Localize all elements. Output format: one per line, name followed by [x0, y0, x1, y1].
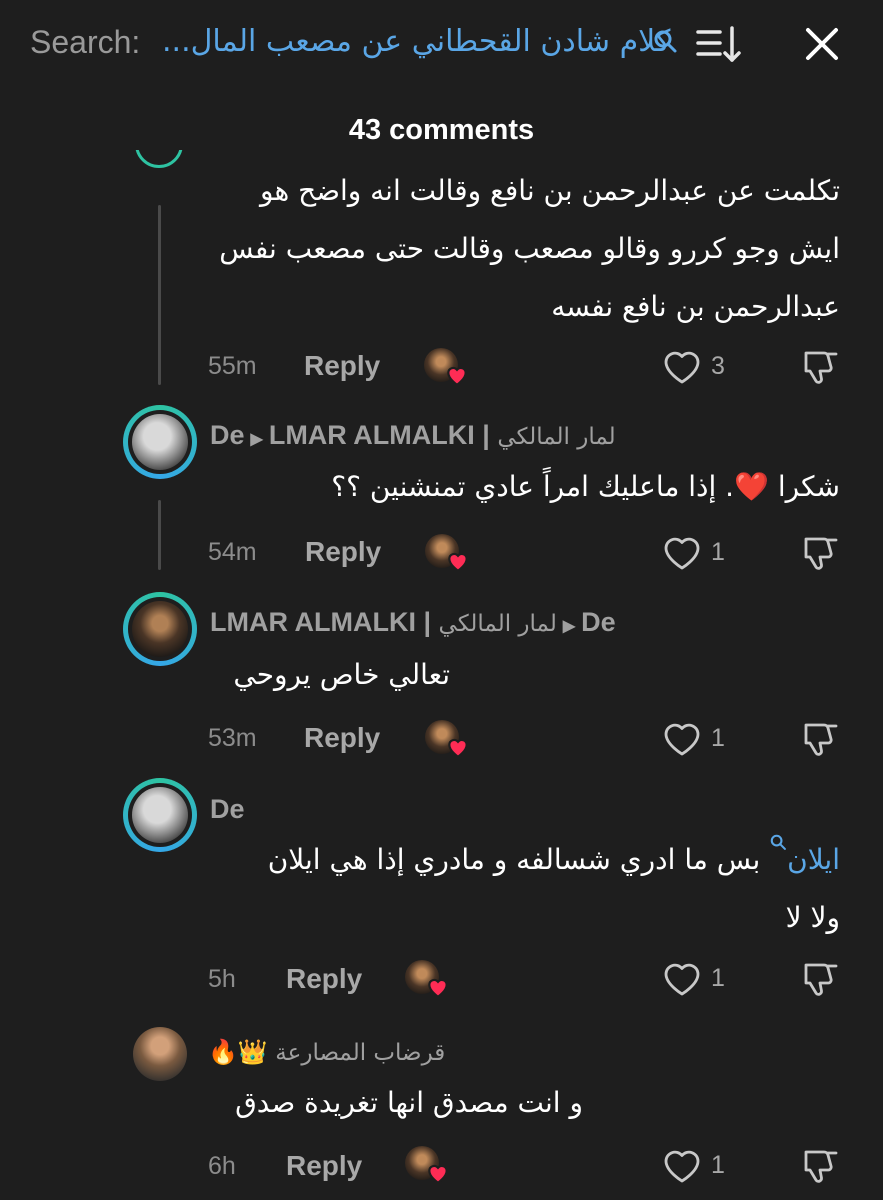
- reply-button[interactable]: Reply: [286, 963, 362, 995]
- reply-button[interactable]: Reply: [286, 1150, 362, 1182]
- comment-text: و انت مصدق انها تغريدة صدق: [235, 1086, 583, 1119]
- comment-time: 5h: [208, 965, 236, 993]
- reply-arrow-icon: ▶: [562, 618, 576, 635]
- like-count: 1: [711, 538, 725, 566]
- creator-liked-badge: [425, 720, 471, 760]
- like-count: 1: [711, 724, 725, 752]
- heart-icon: [448, 552, 468, 573]
- search-icon: [770, 834, 787, 850]
- comment-username[interactable]: 🔥👑 قرضاب المصارعة: [208, 1036, 445, 1067]
- reply-button[interactable]: Reply: [304, 722, 380, 754]
- avatar[interactable]: [133, 1027, 187, 1081]
- comment-time: 54m: [208, 538, 257, 566]
- like-count: 1: [711, 1151, 725, 1179]
- reply-arrow-icon: ▶: [250, 431, 263, 448]
- comment-text: شكرا ❤️. إذا ماعليك امراً عادي تمنشنين ؟…: [331, 470, 840, 503]
- dislike-icon[interactable]: [800, 347, 842, 387]
- creator-liked-badge: [405, 960, 451, 1000]
- heart-icon: [428, 1164, 448, 1185]
- dislike-icon[interactable]: [800, 1146, 842, 1186]
- comment-text: تعالي خاص يروحي: [233, 658, 450, 691]
- like-icon[interactable]: [662, 961, 702, 997]
- avatar[interactable]: [123, 778, 197, 852]
- heart-icon: [447, 366, 467, 387]
- heart-icon: [448, 738, 468, 759]
- like-icon[interactable]: [662, 1148, 702, 1184]
- sort-icon[interactable]: [696, 22, 742, 66]
- avatar[interactable]: [123, 592, 197, 666]
- like-count: 1: [711, 964, 725, 992]
- comment-username[interactable]: De ▶ LMAR ALMALKI | لمار المالكي: [210, 420, 616, 451]
- comment-username[interactable]: LMAR ALMALKI | لمار المالكي ▶ De: [210, 607, 616, 638]
- heart-icon: [428, 978, 448, 999]
- search-query-link[interactable]: كلام شادن القحطاني عن مصعب المال...: [162, 24, 670, 59]
- avatar-partial: [135, 150, 183, 184]
- comment-username[interactable]: De: [210, 794, 245, 825]
- dislike-icon[interactable]: [800, 719, 842, 759]
- search-icon: [654, 30, 677, 53]
- comment-text: ايلان بس ما ادري شسالفه و مادري إذا هي ا…: [268, 831, 840, 947]
- top-bar: Search: كلام شادن القحطاني عن مصعب المال…: [0, 0, 883, 90]
- creator-liked-badge: [425, 534, 471, 574]
- reply-button[interactable]: Reply: [304, 350, 380, 382]
- creator-liked-badge: [405, 1146, 451, 1186]
- dislike-icon[interactable]: [800, 533, 842, 573]
- avatar[interactable]: [123, 405, 197, 479]
- user-emoji: 🔥👑: [208, 1039, 268, 1066]
- like-icon[interactable]: [662, 721, 702, 757]
- mention-link[interactable]: ايلان: [787, 843, 840, 876]
- like-icon[interactable]: [662, 535, 702, 571]
- comment-time: 6h: [208, 1152, 236, 1180]
- comment-text: تكلمت عن عبدالرحمن بن نافع وقالت انه واض…: [219, 174, 840, 323]
- like-count: 3: [711, 352, 725, 380]
- comment-time: 55m: [208, 352, 257, 380]
- dislike-icon[interactable]: [800, 959, 842, 999]
- search-prefix: Search:: [30, 24, 141, 60]
- comment-time: 53m: [208, 724, 257, 752]
- reply-button[interactable]: Reply: [305, 536, 381, 568]
- thread-line: [158, 205, 161, 385]
- comments-count: 43 comments: [348, 114, 535, 146]
- creator-liked-badge: [424, 348, 470, 388]
- like-icon[interactable]: [662, 349, 702, 385]
- close-icon[interactable]: [800, 22, 844, 66]
- thread-line: [158, 500, 161, 570]
